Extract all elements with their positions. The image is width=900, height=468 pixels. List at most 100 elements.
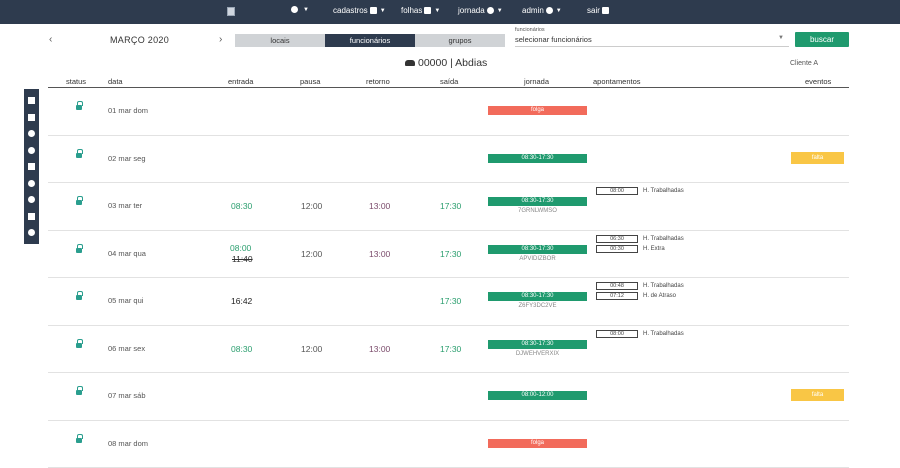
apontamento-value[interactable]: 08:00 xyxy=(596,187,638,195)
prev-month-button[interactable]: ‹ xyxy=(49,34,52,45)
info-icon[interactable] xyxy=(28,229,35,236)
row-pausa[interactable]: 12:00 xyxy=(301,344,322,354)
nav-cadastros-label: cadastros xyxy=(333,6,368,15)
table-row[interactable]: 07 mar sáb08:00-12:00falta xyxy=(48,373,849,421)
nav-sair-label: sair xyxy=(587,6,600,15)
nav-folhas[interactable]: folhas ▼ xyxy=(401,6,440,15)
tab-funcionarios[interactable]: funcionários xyxy=(325,34,415,47)
lock-icon[interactable] xyxy=(76,342,82,349)
gear-icon xyxy=(546,7,553,14)
col-apontamentos: apontamentos xyxy=(593,77,641,86)
apontamento-label: H. Trabalhadas xyxy=(643,188,684,194)
row-pausa[interactable]: 12:00 xyxy=(301,249,322,259)
col-jornada: jornada xyxy=(524,77,549,86)
search-button[interactable]: buscar xyxy=(795,32,849,47)
employee-select-label: funcionários xyxy=(515,27,545,33)
apontamento-value[interactable]: 00:48 xyxy=(596,282,638,290)
table-body: 01 mar domfolga 02 mar seg 08:30-17:30 falt… xyxy=(48,88,849,468)
row-entrada[interactable]: 08:30 xyxy=(231,344,252,354)
col-eventos: eventos xyxy=(805,77,831,86)
table-row[interactable]: 08 mar dom folga xyxy=(48,421,849,468)
event-badge[interactable]: falta xyxy=(791,152,844,164)
jornada-badge[interactable]: 08:30-17:30 xyxy=(488,197,587,206)
document-icon[interactable] xyxy=(28,97,35,104)
jornada-code: APVIDIZBOR xyxy=(488,256,587,262)
nav-jornada[interactable]: jornada ▼ xyxy=(458,6,503,15)
client-label: Cliente A xyxy=(790,60,818,67)
jornada-badge[interactable]: 08:30-17:30 xyxy=(488,340,587,349)
nav-notifications[interactable]: ▼ xyxy=(291,6,309,13)
apontamento-value[interactable]: 07:12 xyxy=(596,292,638,300)
apontamento-value[interactable]: 00:30 xyxy=(596,245,638,253)
next-month-button[interactable]: › xyxy=(219,34,222,45)
col-retorno: retorno xyxy=(366,77,390,86)
employee-select[interactable]: selecionar funcionários ▼ xyxy=(515,35,789,47)
row-date: 04 mar qua xyxy=(108,249,146,258)
jornada-code: Z6FY3DC2VE xyxy=(488,303,587,309)
row-entrada[interactable]: 08:30 xyxy=(231,201,252,211)
jornada-badge[interactable]: 08:30-17:30 xyxy=(488,154,587,163)
jornada-badge[interactable]: 08:00-12:00 xyxy=(488,391,587,400)
col-status: status xyxy=(66,77,86,86)
row-date: 08 mar dom xyxy=(108,439,148,448)
lock-icon[interactable] xyxy=(76,152,82,159)
plus-circle-icon[interactable] xyxy=(28,147,35,154)
lock-icon[interactable] xyxy=(76,294,82,301)
table-row[interactable]: 04 mar qua 08:0011:40 12:00 13:00 17:30 08:30… xyxy=(48,231,849,279)
table-row[interactable]: 06 mar sex08:3012:0013:0017:3008:30-17:3… xyxy=(48,326,849,374)
lock-icon[interactable] xyxy=(28,213,35,220)
row-date: 05 mar qui xyxy=(108,296,143,305)
timesheet-table: status data entrada pausa retorno saída … xyxy=(48,75,849,468)
lock-icon[interactable] xyxy=(76,104,82,111)
lock-icon[interactable] xyxy=(76,437,82,444)
lock-icon[interactable] xyxy=(76,389,82,396)
row-retorno[interactable]: 13:00 xyxy=(369,201,390,211)
apontamento-value[interactable]: 08:00 xyxy=(596,330,638,338)
apontamento-label: H. Extra xyxy=(643,246,665,252)
jornada-badge[interactable]: folga xyxy=(488,106,587,115)
row-saida[interactable]: 17:30 xyxy=(440,344,461,354)
gear-icon[interactable] xyxy=(28,196,35,203)
chevron-down-icon: ▼ xyxy=(303,7,309,13)
user-add-icon xyxy=(602,7,609,14)
tab-grupos[interactable]: grupos xyxy=(415,34,505,47)
clock-icon xyxy=(487,7,494,14)
check-icon[interactable] xyxy=(28,114,35,121)
table-row[interactable]: 01 mar domfolga xyxy=(48,88,849,136)
nav-sair[interactable]: sair xyxy=(587,6,609,15)
refresh-icon[interactable] xyxy=(28,180,35,187)
nav-cadastros[interactable]: cadastros ▼ xyxy=(333,6,386,15)
tab-locais[interactable]: locais xyxy=(235,34,325,47)
apontamento-label: H. Trabalhadas xyxy=(643,331,684,337)
row-retorno[interactable]: 13:00 xyxy=(369,249,390,259)
row-entrada[interactable]: 16:42 xyxy=(231,296,252,306)
row-saida[interactable]: 17:30 xyxy=(440,201,461,211)
logo-image[interactable] xyxy=(227,7,235,16)
row-saida[interactable]: 17:30 xyxy=(440,296,461,306)
row-pausa[interactable]: 12:00 xyxy=(301,201,322,211)
row-retorno[interactable]: 13:00 xyxy=(369,344,390,354)
chat-icon[interactable] xyxy=(28,163,35,170)
jornada-badge[interactable]: folga xyxy=(488,439,587,448)
table-row[interactable]: 02 mar seg 08:30-17:30 falta xyxy=(48,136,849,184)
chevron-down-icon: ▼ xyxy=(497,8,503,14)
view-tabs: locais funcionários grupos xyxy=(235,34,505,47)
nav-admin[interactable]: admin ▼ xyxy=(522,6,562,15)
apontamento-value[interactable]: 06:30 xyxy=(596,235,638,243)
event-badge[interactable]: falta xyxy=(791,389,844,401)
lock-icon[interactable] xyxy=(76,247,82,254)
lock-icon[interactable] xyxy=(76,199,82,206)
table-row[interactable]: 05 mar qui 16:42 17:30 08:30-17:30 Z6FY3DC2V… xyxy=(48,278,849,326)
row-date: 02 mar seg xyxy=(108,154,146,163)
row-saida[interactable]: 17:30 xyxy=(440,249,461,259)
apontamento-label: H. de Atraso xyxy=(643,293,676,299)
table-row[interactable]: 03 mar ter08:3012:0013:0017:3008:30-17:3… xyxy=(48,183,849,231)
row-entrada[interactable]: 08:00 xyxy=(230,243,251,253)
jornada-badge[interactable]: 08:30-17:30 xyxy=(488,245,587,254)
row-entrada-original: 11:40 xyxy=(232,254,253,264)
col-pausa: pausa xyxy=(300,77,320,86)
circle-icon[interactable] xyxy=(28,130,35,137)
jornada-badge[interactable]: 08:30-17:30 xyxy=(488,292,587,301)
apontamento-label: H. Trabalhadas xyxy=(643,283,684,289)
employee-select-value: selecionar funcionários xyxy=(515,35,592,44)
